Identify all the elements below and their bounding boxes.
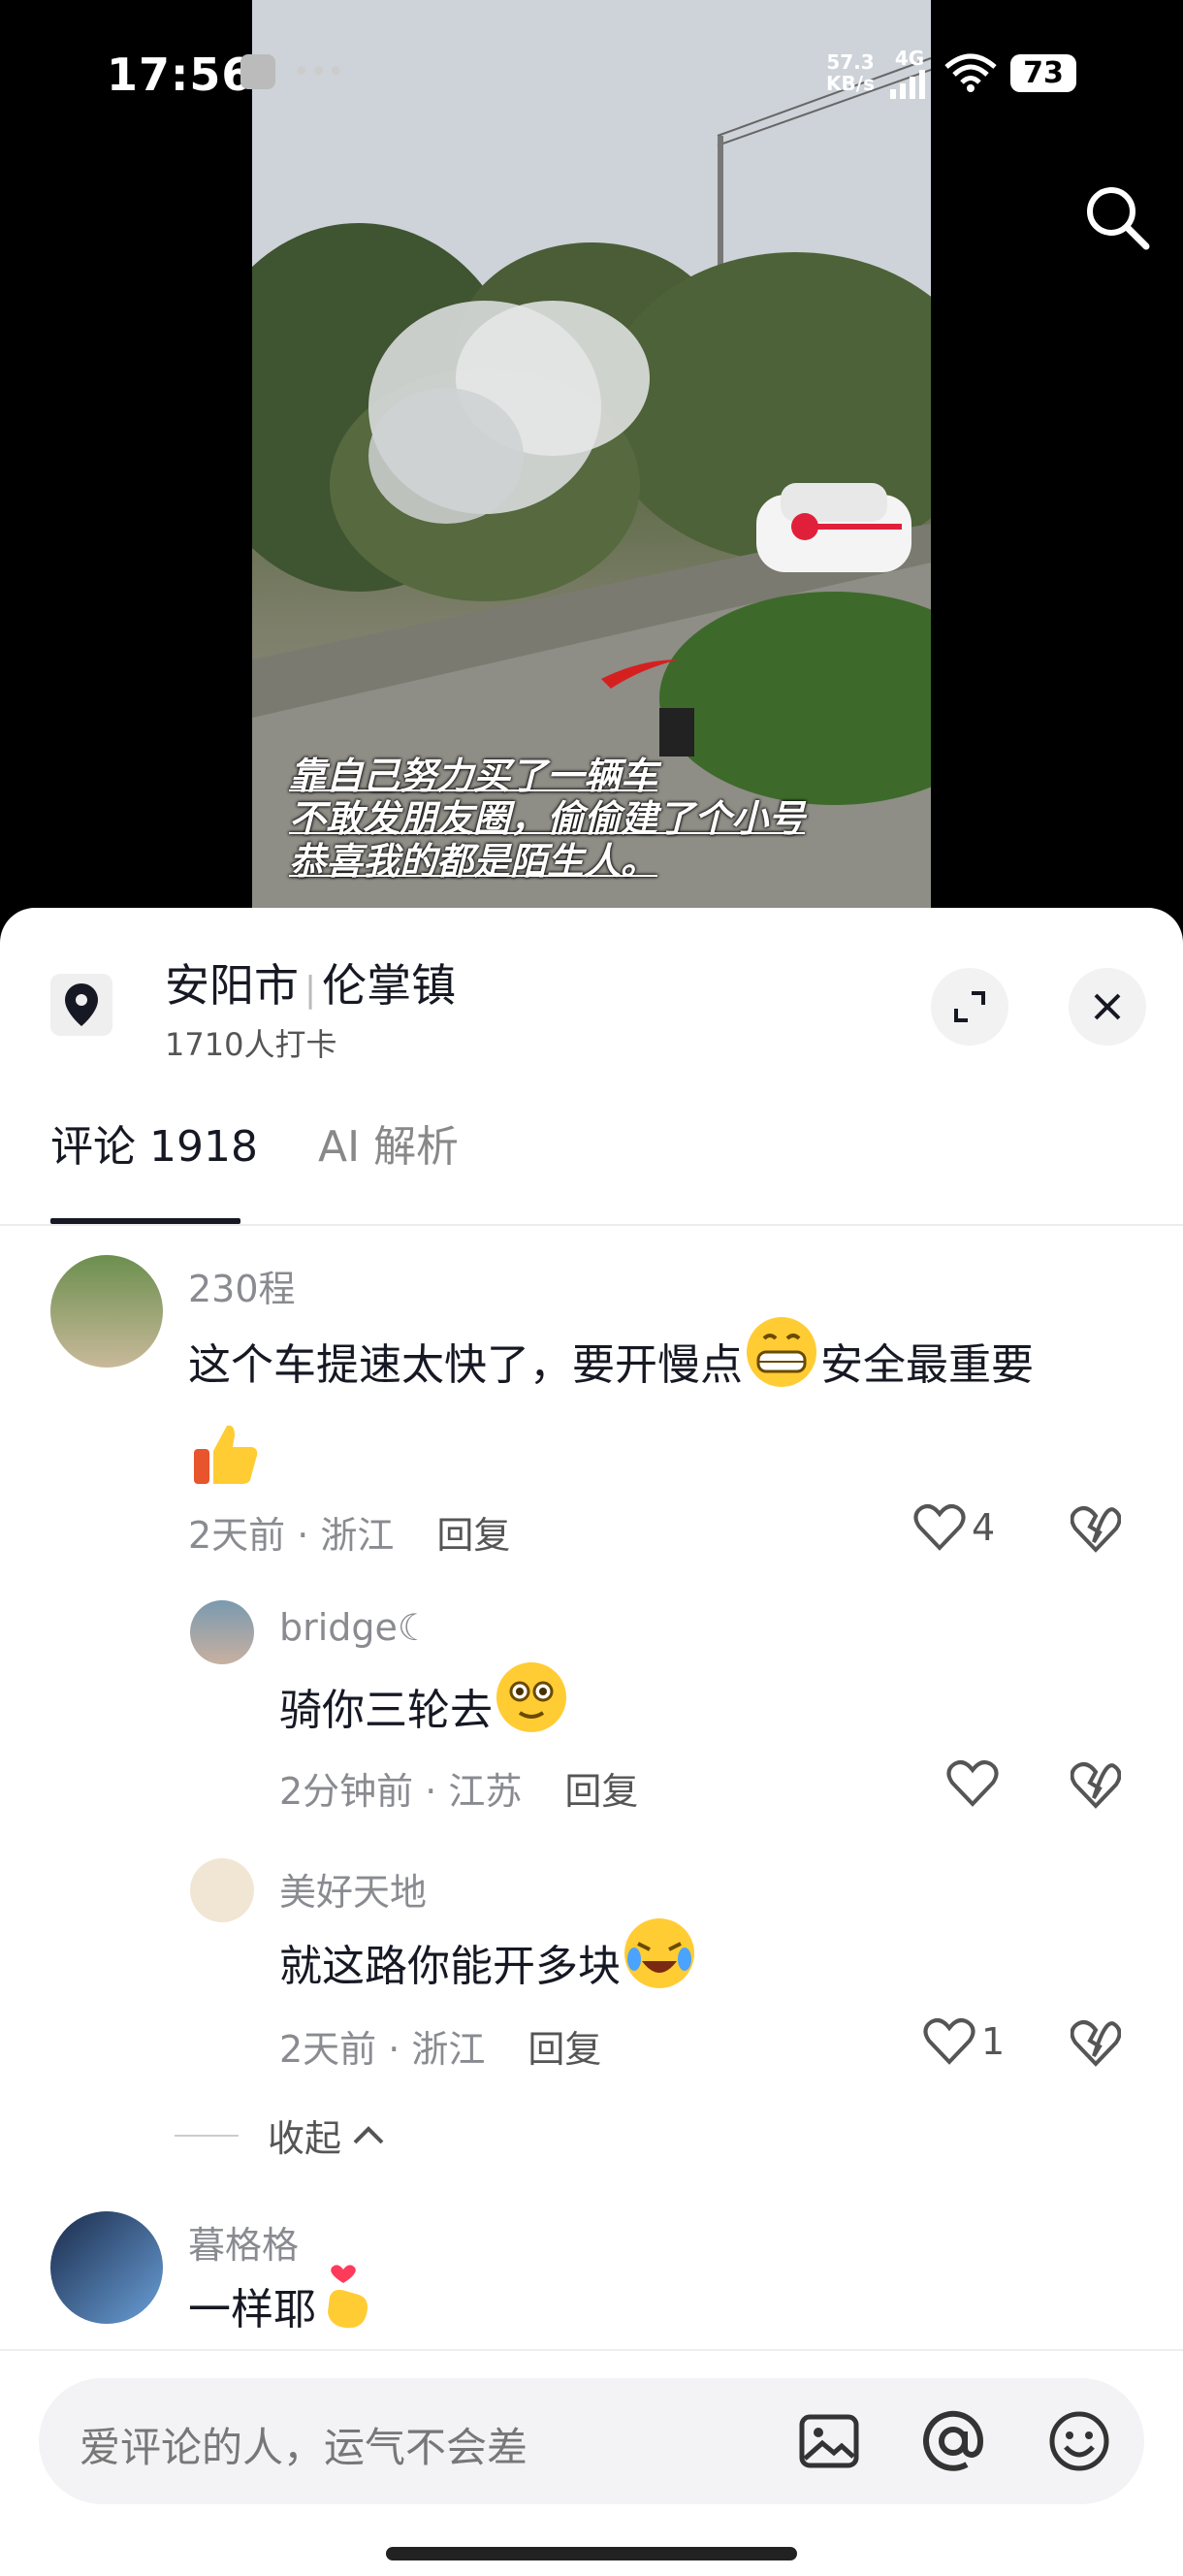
- comment-input-area: 爱评论的人，运气不会差: [0, 2349, 1183, 2576]
- comment-meta: 2天前 · 浙江 回复: [279, 2019, 601, 2073]
- comment-input[interactable]: 爱评论的人，运气不会差: [39, 2378, 1144, 2504]
- comment-time-location: 2天前 · 浙江: [188, 1514, 395, 1557]
- emoji-button[interactable]: [1045, 2407, 1113, 2475]
- subtitle-line: 靠自己努力买了一辆车: [289, 755, 658, 797]
- status-bar: 17:56 ••• 57.3 KB/s 4G 73: [0, 0, 1183, 145]
- reply-button[interactable]: 回复: [528, 2028, 601, 2071]
- thumbs-up-emoji-icon: [188, 1416, 262, 1494]
- expand-button[interactable]: [931, 968, 1008, 1046]
- like-button[interactable]: [946, 1759, 1005, 1808]
- video-subtitle: 靠自己努力买了一辆车 不敢发朋友圈，偷偷建了个小号 恭喜我的都是陌生人。: [289, 755, 890, 883]
- like-button[interactable]: 4: [913, 1503, 995, 1552]
- like-count: 4: [972, 1506, 996, 1549]
- comment-sheet: 安阳市 | 伦掌镇 1710人打卡 评论 1918 AI 解析 230程 这个车提速…: [0, 908, 1183, 2576]
- avatar[interactable]: [190, 1858, 254, 1922]
- collapse-label: 收起: [268, 2117, 342, 2160]
- heart-icon: [923, 2018, 975, 2065]
- comment-text: 这个车提速太快了，要开慢点 安全最重要: [188, 1313, 1034, 1422]
- dislike-button[interactable]: [1070, 1505, 1122, 1558]
- chevron-up-icon: [353, 2125, 384, 2143]
- comment-tabs: 评论 1918 AI 解析: [0, 1111, 1183, 1172]
- comment-text-part: 安全最重要: [820, 1340, 1034, 1390]
- search-icon: [1087, 187, 1150, 250]
- collapse-divider: [175, 2134, 239, 2137]
- avatar[interactable]: [190, 1600, 254, 1664]
- grinning-emoji-icon: [743, 1313, 820, 1422]
- collapse-replies-button[interactable]: 收起: [175, 2109, 388, 2162]
- comment-text-part: 这个车提速太快了，要开慢点: [188, 1340, 743, 1390]
- at-icon: [923, 2410, 984, 2471]
- broken-heart-icon: [1070, 1506, 1122, 1553]
- heart-icon: [913, 1504, 966, 1551]
- notification-icon: [240, 54, 275, 89]
- location-title[interactable]: 安阳市 | 伦掌镇: [165, 950, 456, 1014]
- wifi-icon: [944, 53, 997, 92]
- net-speed-unit: KB/s: [826, 72, 875, 95]
- network-type: 4G: [894, 47, 925, 70]
- tab-comments[interactable]: 评论 1918: [50, 1111, 258, 1174]
- close-icon: [1094, 993, 1121, 1020]
- comment-text: 骑你三轮去: [279, 1658, 570, 1767]
- comment-text-part: 骑你三轮去: [279, 1686, 493, 1735]
- avatar[interactable]: [50, 1255, 163, 1368]
- comment-text-part: 就这路你能开多块: [279, 1942, 621, 1991]
- expand-icon: [954, 991, 985, 1022]
- comment-username[interactable]: bridge☾: [279, 1606, 431, 1649]
- net-speed-value: 57.3: [826, 50, 875, 74]
- like-button[interactable]: 1: [923, 2017, 1005, 2066]
- comment-username[interactable]: 美好天地: [279, 1862, 427, 1916]
- location-pin-icon: [50, 974, 112, 1036]
- like-count: 1: [981, 2020, 1006, 2063]
- comment-meta: 2天前 · 浙江 回复: [188, 1505, 510, 1559]
- battery-indicator: 73: [1010, 53, 1076, 92]
- location-separator: |: [304, 970, 317, 1010]
- smiley-icon: [1049, 2411, 1109, 2471]
- status-left-icons: •••: [240, 54, 344, 89]
- tabs-divider: [0, 1224, 1183, 1226]
- rofl-emoji-icon: [621, 1915, 698, 2023]
- comment-username[interactable]: 230程: [188, 1259, 296, 1312]
- comment-meta: 2分钟前 · 江苏 回复: [279, 1761, 638, 1815]
- subtitle-line: 恭喜我的都是陌生人。: [289, 840, 658, 883]
- reply-button[interactable]: 回复: [564, 1770, 638, 1813]
- broken-heart-icon: [1070, 2020, 1122, 2067]
- status-right: 57.3 KB/s 4G 73: [826, 47, 1076, 99]
- location-header[interactable]: 安阳市 | 伦掌镇 1710人打卡: [0, 908, 1183, 1063]
- signal-icon: [890, 70, 925, 99]
- status-time: 17:56: [107, 48, 254, 101]
- mention-button[interactable]: [919, 2407, 987, 2475]
- search-button[interactable]: [1078, 178, 1156, 256]
- location-city: 安阳市: [165, 959, 299, 1012]
- avatar[interactable]: [50, 2211, 163, 2324]
- broken-heart-icon: [1070, 1762, 1122, 1809]
- heart-icon: [946, 1760, 999, 1807]
- home-indicator[interactable]: [386, 2547, 797, 2560]
- close-button[interactable]: [1069, 968, 1146, 1046]
- image-icon: [799, 2414, 859, 2468]
- cellular: 4G: [888, 47, 931, 99]
- location-checkins: 1710人打卡: [165, 1026, 337, 1063]
- subtitle-line: 不敢发朋友圈，偷偷建了个小号: [289, 797, 806, 840]
- more-dots-icon: •••: [293, 54, 345, 89]
- dislike-button[interactable]: [1070, 2019, 1122, 2072]
- comment-time-location: 2分钟前 · 江苏: [279, 1770, 523, 1813]
- tab-ai-analysis[interactable]: AI 解析: [318, 1111, 459, 1174]
- reply-button[interactable]: 回复: [436, 1514, 510, 1557]
- flushed-emoji-icon: [493, 1658, 570, 1767]
- comment-time-location: 2天前 · 浙江: [279, 2028, 486, 2071]
- video-area[interactable]: 17:56 ••• 57.3 KB/s 4G 73 靠自己努力买了一辆车 不敢发…: [0, 0, 1183, 931]
- comment-input-placeholder: 爱评论的人，运气不会差: [80, 2424, 528, 2471]
- location-town: 伦掌镇: [322, 959, 457, 1012]
- dislike-button[interactable]: [1070, 1761, 1122, 1814]
- comment-text-part: 一样耶: [188, 2285, 316, 2334]
- net-speed: 57.3 KB/s: [826, 51, 875, 94]
- comment-text: 就这路你能开多块: [279, 1915, 698, 2023]
- image-picker-button[interactable]: [795, 2407, 863, 2475]
